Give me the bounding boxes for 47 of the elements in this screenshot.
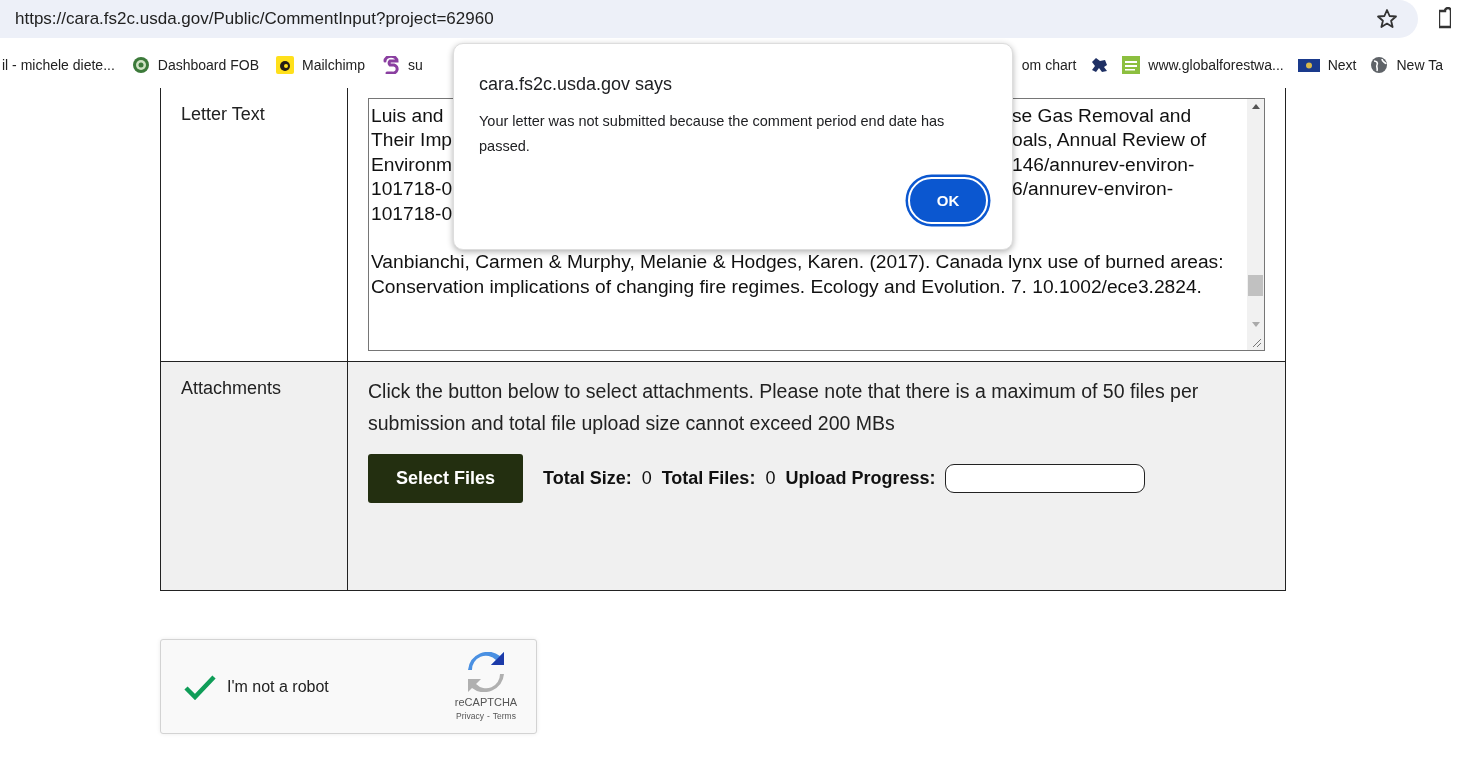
scroll-thumb[interactable] [1248, 275, 1263, 296]
seal-icon [131, 56, 150, 74]
captcha-label: I'm not a robot [227, 677, 330, 696]
dialog-message: Your letter was not submitted because the comment period end date has passed. [479, 112, 946, 156]
bookmark[interactable]: Mailchimp [276, 52, 365, 78]
text-line: 146/annurev-environ- [1012, 152, 1195, 177]
text-line: oals, Annual Review of [1012, 128, 1207, 153]
text-line: Vanbianchi, Carmen & Murphy, Melanie & Hodges, Karen. (2017). Canada lynx use of burned areas: [371, 250, 1224, 275]
globe-icon [1370, 56, 1389, 74]
text-line: Conservation implications of changing fire regimes. Ecology and Evolution. 7. 10.1002/ece3.2824. [371, 274, 1202, 299]
flag-icon [1297, 56, 1320, 74]
text-line: Their Imp [371, 128, 453, 153]
recaptcha-brand: reCAPTCHA [454, 696, 518, 708]
ok-button[interactable]: OK [908, 177, 988, 224]
star-icon[interactable] [1376, 8, 1398, 30]
bookmark[interactable]: Next [1297, 52, 1357, 78]
bookmark[interactable]: il - michele diete... [2, 53, 115, 77]
bookmark[interactable]: www.globalforestwa... [1122, 52, 1284, 78]
bookmark[interactable]: Dashboard FOB [131, 52, 259, 78]
address-bar[interactable]: https://cara.fs2c.usda.gov/Public/CommentInput?project=62960 [0, 0, 1418, 38]
upload-progress-label: Upload Progress: [785, 468, 936, 489]
text-line: Environm [371, 152, 453, 177]
bookmark[interactable]: om chart [1021, 53, 1077, 77]
select-files-button[interactable]: Select Files [368, 454, 523, 503]
instructions-text: Click the button below to select attachments. Please note that there is a maximum of 50 files per submission and total file upload size cannot exceed 200 MBs [368, 379, 1200, 436]
total-files-value: 0 [765, 468, 776, 489]
scrollbar[interactable] [1247, 99, 1264, 350]
terms-link[interactable]: Terms [492, 711, 516, 721]
total-size-value: 0 [641, 468, 652, 489]
total-size-label: Total Size: [543, 468, 632, 489]
total-files-label: Total Files: [661, 468, 756, 489]
privacy-link[interactable]: Privacy [456, 711, 484, 721]
separator-text: - [486, 711, 490, 721]
swirl-icon [382, 56, 400, 74]
text-line: Luis and [371, 104, 444, 128]
text-line: 101718-0 [371, 177, 453, 202]
checkmark-icon[interactable] [183, 673, 217, 700]
text-line: se Gas Removal and [1012, 104, 1192, 128]
text-line: 6/annurev-environ- [1012, 177, 1174, 202]
bookmark[interactable]: su [382, 52, 423, 78]
recaptcha-logo-icon [466, 652, 506, 692]
field-label: Attachments [161, 362, 348, 590]
url-text: https://cara.fs2c.usda.gov/Public/CommentInput?project=62960 [15, 9, 495, 29]
text-line: 101718-0 [371, 201, 453, 226]
bookmark[interactable]: New Ta [1370, 52, 1443, 78]
forest-icon [1122, 56, 1141, 74]
dialog-title: cara.fs2c.usda.gov says [479, 74, 674, 95]
